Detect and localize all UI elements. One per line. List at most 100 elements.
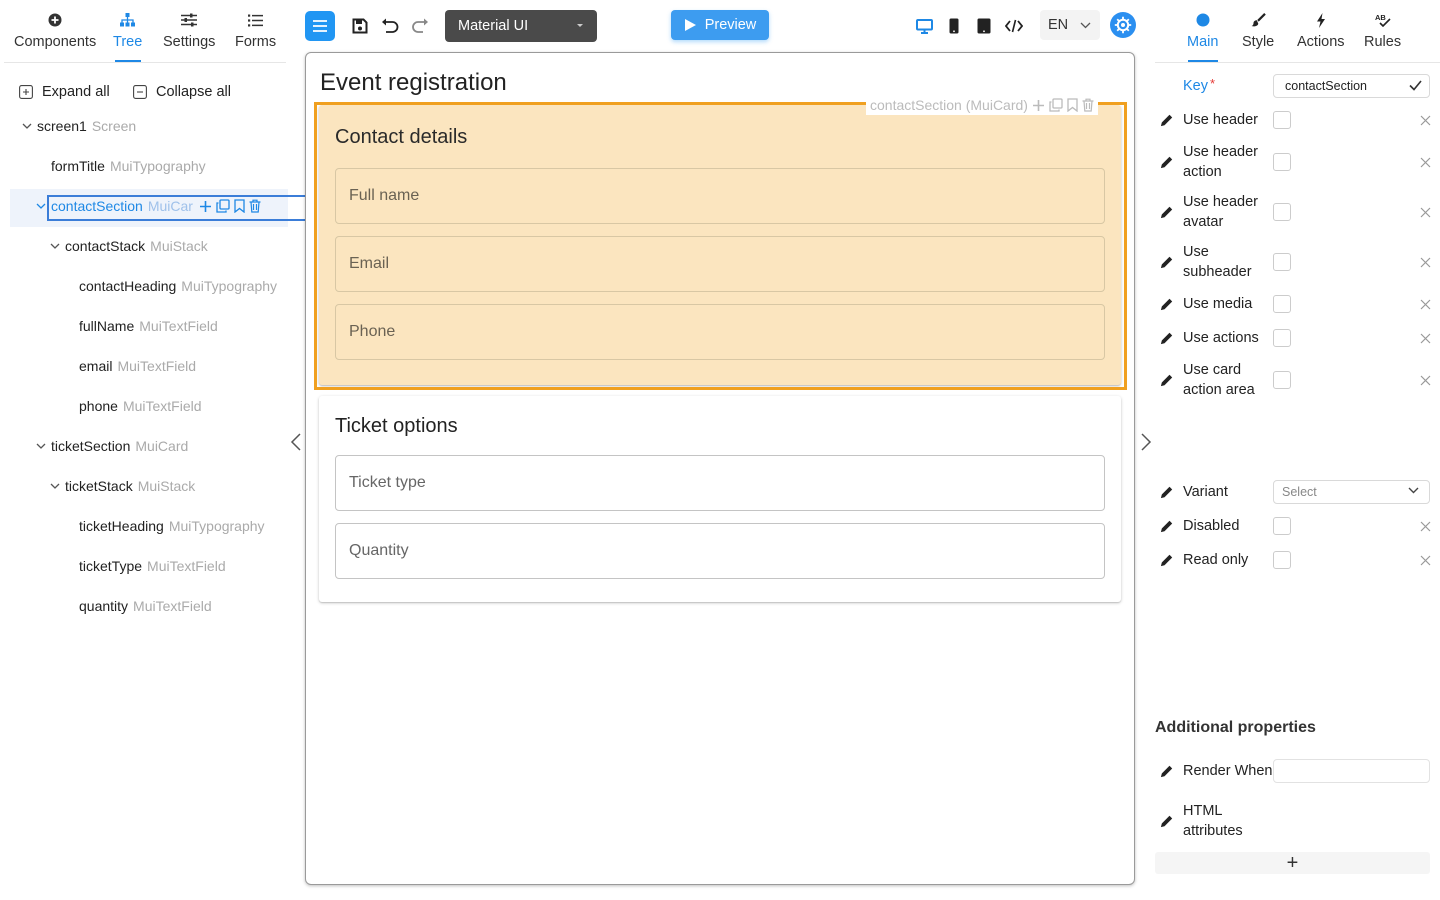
tab-tree[interactable]: Tree <box>113 10 142 62</box>
prop-checkbox[interactable] <box>1273 253 1291 271</box>
tab-forms[interactable]: Forms <box>235 10 276 62</box>
close-icon[interactable] <box>1418 331 1432 345</box>
read-only-checkbox[interactable] <box>1273 551 1291 569</box>
prop-checkbox[interactable] <box>1273 371 1291 389</box>
tree-node-contact-stack[interactable]: contactStack MuiStack <box>48 233 208 259</box>
save-button[interactable] <box>346 12 374 40</box>
bookmark-icon[interactable] <box>1067 98 1078 112</box>
bookmark-icon[interactable] <box>234 199 245 213</box>
quantity-field[interactable]: Quantity <box>335 523 1105 579</box>
tree-node-form-title[interactable]: formTitle MuiTypography <box>51 153 206 179</box>
selection-label: contactSection (MuiCard) <box>866 95 1098 115</box>
disabled-checkbox[interactable] <box>1273 517 1291 535</box>
chevron-down-icon[interactable] <box>20 119 34 133</box>
chevron-down-icon[interactable] <box>48 239 62 253</box>
check-icon[interactable] <box>1409 80 1422 91</box>
contact-section-card[interactable]: Contact details Full name Email Phone <box>319 105 1121 385</box>
pen-icon[interactable] <box>1160 554 1173 567</box>
add-icon[interactable] <box>199 200 212 213</box>
full-name-field[interactable]: Full name <box>335 168 1105 224</box>
prop-checkbox[interactable] <box>1273 329 1291 347</box>
tablet-view-button[interactable] <box>970 12 998 40</box>
email-field[interactable]: Email <box>335 236 1105 292</box>
brush-icon <box>1251 10 1266 30</box>
tree-node-quantity[interactable]: quantity MuiTextField <box>79 593 212 619</box>
close-icon[interactable] <box>1418 255 1432 269</box>
key-input[interactable]: contactSection <box>1273 74 1430 98</box>
phone-field[interactable]: Phone <box>335 304 1105 360</box>
prop-checkbox[interactable] <box>1273 203 1291 221</box>
tab-style[interactable]: Style <box>1242 10 1274 62</box>
mobile-view-button[interactable] <box>940 12 968 40</box>
pen-icon[interactable] <box>1160 298 1173 311</box>
chevron-down-icon[interactable] <box>34 199 48 213</box>
add-attribute-button[interactable]: + <box>1155 852 1430 874</box>
tree-node-ticket-section[interactable]: ticketSection MuiCard <box>34 433 188 459</box>
language-select[interactable]: EN <box>1040 10 1100 40</box>
tab-actions[interactable]: Actions <box>1297 10 1345 62</box>
tree-node-ticket-stack[interactable]: ticketStack MuiStack <box>48 473 195 499</box>
copy-icon[interactable] <box>1049 98 1063 112</box>
tab-settings[interactable]: Settings <box>163 10 215 62</box>
design-canvas[interactable]: Event registration Contact details Full … <box>305 52 1135 885</box>
add-icon[interactable] <box>1032 99 1045 112</box>
ticket-type-field[interactable]: Ticket type <box>335 455 1105 511</box>
desktop-view-button[interactable] <box>910 12 938 40</box>
collapse-all-button[interactable]: Collapse all <box>133 84 231 100</box>
menu-button[interactable] <box>305 11 335 41</box>
redo-button[interactable] <box>406 12 434 40</box>
pen-icon[interactable] <box>1160 332 1173 345</box>
tree-node-ticket-type[interactable]: ticketType MuiTextField <box>79 553 226 579</box>
tab-components[interactable]: Components <box>14 10 96 62</box>
copy-icon[interactable] <box>216 199 230 213</box>
pen-icon[interactable] <box>1160 256 1173 269</box>
pen-icon[interactable] <box>1160 156 1173 169</box>
tree-node-phone[interactable]: phone MuiTextField <box>79 393 202 419</box>
pen-icon[interactable] <box>1160 206 1173 219</box>
form-title[interactable]: Event registration <box>320 69 507 97</box>
prop-checkbox[interactable] <box>1273 153 1291 171</box>
save-icon <box>352 18 368 34</box>
pen-icon[interactable] <box>1160 374 1173 387</box>
render-when-input[interactable] <box>1273 759 1430 783</box>
trash-icon[interactable] <box>249 199 261 213</box>
close-icon[interactable] <box>1418 205 1432 219</box>
left-panel: Components Tree Settings Forms Expand al… <box>0 0 313 900</box>
undo-button[interactable] <box>376 12 404 40</box>
variant-select[interactable]: Select <box>1273 480 1430 504</box>
tree-node-full-name[interactable]: fullName MuiTextField <box>79 313 218 339</box>
contact-heading[interactable]: Contact details <box>335 126 467 149</box>
close-icon[interactable] <box>1418 113 1432 127</box>
pen-icon[interactable] <box>1160 114 1173 127</box>
chevron-down-icon[interactable] <box>34 439 48 453</box>
ticket-section-card[interactable]: Ticket options Ticket type Quantity <box>319 396 1121 602</box>
pen-icon[interactable] <box>1160 815 1173 828</box>
pen-icon[interactable] <box>1160 486 1173 499</box>
collapse-left-panel-button[interactable] <box>289 432 303 452</box>
tree-node-contact-section[interactable]: contactSection MuiCar <box>34 193 261 219</box>
prop-checkbox[interactable] <box>1273 111 1291 129</box>
expand-all-button[interactable]: Expand all <box>19 84 110 100</box>
read-only-row: Read only <box>1160 550 1432 570</box>
tree-node-contact-heading[interactable]: contactHeading MuiTypography <box>79 273 277 299</box>
ticket-heading[interactable]: Ticket options <box>335 415 458 438</box>
close-icon[interactable] <box>1418 373 1432 387</box>
tab-main[interactable]: Main <box>1187 10 1218 62</box>
tree-node-ticket-heading[interactable]: ticketHeading MuiTypography <box>79 513 265 539</box>
settings-button[interactable] <box>1110 12 1136 38</box>
code-view-button[interactable] <box>1000 12 1028 40</box>
close-icon[interactable] <box>1418 297 1432 311</box>
tab-rules[interactable]: AB Rules <box>1364 10 1401 62</box>
chevron-down-icon[interactable] <box>48 479 62 493</box>
preview-button[interactable]: Preview <box>671 10 769 40</box>
tree-node-screen1[interactable]: screen1 Screen <box>20 113 136 139</box>
prop-checkbox[interactable] <box>1273 295 1291 313</box>
pen-icon[interactable] <box>1160 520 1173 533</box>
close-icon[interactable] <box>1418 519 1432 533</box>
tree-node-email[interactable]: email MuiTextField <box>79 353 196 379</box>
pen-icon[interactable] <box>1160 765 1173 778</box>
trash-icon[interactable] <box>1082 98 1094 112</box>
close-icon[interactable] <box>1418 155 1432 169</box>
close-icon[interactable] <box>1418 553 1432 567</box>
library-select[interactable]: Material UI <box>445 10 597 42</box>
